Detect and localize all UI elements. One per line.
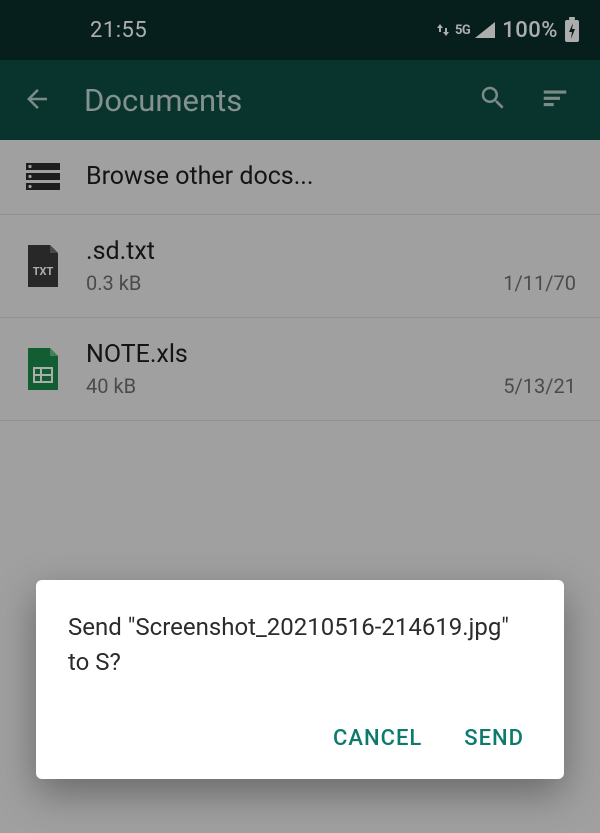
send-button[interactable]: SEND xyxy=(464,726,524,751)
cancel-button[interactable]: CANCEL xyxy=(333,726,422,751)
send-confirm-dialog: Send "Screenshot_20210516-214619.jpg" to… xyxy=(36,580,564,779)
dialog-message: Send "Screenshot_20210516-214619.jpg" to… xyxy=(68,610,532,680)
